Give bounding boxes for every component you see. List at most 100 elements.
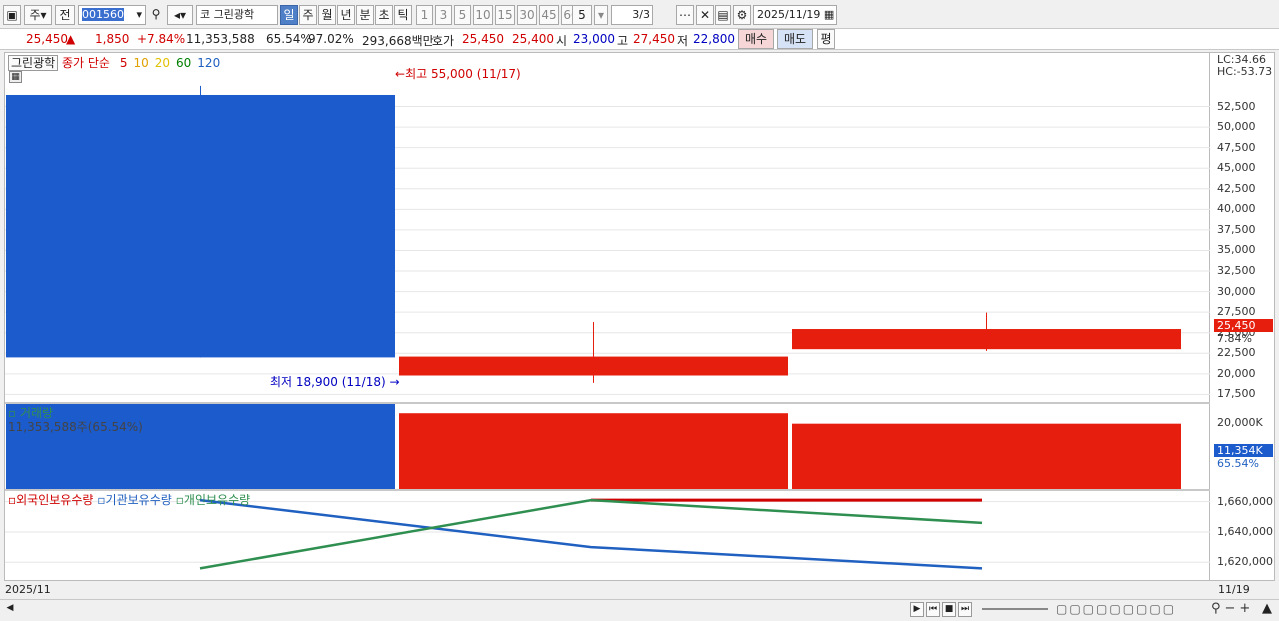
low-label: 저 (677, 34, 689, 48)
volume-ytick: 20,000K (1217, 416, 1263, 429)
layout-icon[interactable]: ▣ (3, 5, 21, 25)
volume-bar-2[interactable] (792, 423, 1181, 489)
candle-11/19[interactable] (792, 329, 1181, 350)
minute-button-1[interactable]: 1 (416, 5, 433, 25)
change: 1,850 (95, 32, 130, 46)
y-axis: LC:34.66 HC:-53.73 52,500 50,000 47,500 45,… (1210, 52, 1275, 581)
period-tab-4[interactable]: 분 (356, 5, 374, 25)
code-text: 001560 (82, 8, 124, 21)
interval-select[interactable]: 5 (572, 5, 592, 25)
price-panel-title[interactable]: 그린광학 (8, 55, 59, 71)
save-icon[interactable]: ▤ (715, 5, 731, 25)
period-tab-0[interactable]: 일 (280, 5, 298, 25)
stop-icon[interactable]: ■ (942, 602, 956, 617)
max-label: 최고 55,000 (11/17) (405, 67, 521, 81)
date-text: 2025/11/19 (757, 8, 821, 21)
toolbar: ▣ 주▾ 전 001560 ▾ ⚲ ◂▾ 코 그린광학 일주월년분초틱 1 3 5 10… (0, 0, 1279, 29)
minute-button-15[interactable]: 15 (495, 5, 515, 25)
volume-current-pct: 65.54% (1217, 457, 1259, 470)
scroll-left-icon[interactable]: ◀ (3, 602, 17, 617)
quote-bar: 25,450 ▲ 1,850 +7.84% 11,353,588 65.54% … (0, 29, 1279, 50)
volume: 11,353,588 (186, 32, 255, 46)
volume-bar-1[interactable] (399, 413, 788, 489)
calendar-icon[interactable]: ▦ (824, 8, 834, 21)
zoom-icon[interactable]: ⋯ (676, 5, 694, 25)
ytick-13: 20,000 (1217, 366, 1256, 380)
hc-label: HC:-53.73 (1217, 65, 1273, 78)
candle-11/17[interactable] (6, 94, 395, 358)
scroll-bar[interactable]: ◀ ▶ ⏮ ■ ⏭ ▢▢▢▢▢▢▢▢▢ ⚲−+ ▲ (0, 599, 1279, 619)
drawing-tools-icon[interactable]: ▢▢▢▢▢▢▢▢▢ (1056, 602, 1176, 616)
ask-price: 25,450 (462, 32, 504, 46)
page-indicator: 3/3 (611, 5, 653, 25)
avg-button[interactable]: 평 (817, 29, 835, 49)
chart-area[interactable]: 그린광학 종가 단순 5 10 20 60 120 ▦ ←최고 55,000 (11/1… (4, 52, 1211, 581)
tool-icon[interactable]: ✕ (696, 5, 714, 25)
ma-120: 120 (197, 56, 221, 70)
ytick-5: 40,000 (1217, 202, 1256, 216)
high-label: 고 (617, 34, 629, 48)
zoom-controls-icon[interactable]: ⚲−+ (1211, 601, 1254, 616)
ytick-14: 17,500 (1217, 387, 1256, 401)
ma-60: 60 (176, 56, 192, 70)
grid-icon[interactable]: ▦ (9, 71, 22, 83)
ytick-7: 35,000 (1217, 243, 1256, 257)
holdings-ytick-1: 1,640,000 (1217, 524, 1273, 538)
volume-current-tag: 11,354K (1214, 444, 1273, 457)
holdings-line-2[interactable] (199, 498, 983, 570)
period-tab-2[interactable]: 월 (318, 5, 336, 25)
min-annotation: 최저 18,900 (11/18) → (270, 375, 400, 389)
holdings-legend-2: ▫개인보유수량 (175, 493, 251, 507)
holdings-line-1[interactable] (199, 498, 983, 570)
speaker-icon[interactable]: ◂▾ (167, 5, 193, 25)
ytick-2: 47,500 (1217, 140, 1256, 154)
ytick-12: 22,500 (1217, 346, 1256, 360)
ytick-10: 27,500 (1217, 305, 1256, 319)
ytick-8: 32,500 (1217, 264, 1256, 278)
panel-divider-1[interactable] (5, 402, 1211, 404)
period-tab-6[interactable]: 틱 (394, 5, 412, 25)
market-label: 주 (29, 8, 41, 22)
period-tab-1[interactable]: 주 (299, 5, 317, 25)
bid-price: 25,400 (512, 32, 554, 46)
holdings-legend: ▫외국인보유수량 ▫기관보유수량 ▫개인보유수량 (8, 491, 254, 508)
current-price: 25,450 (26, 32, 68, 46)
holdings-ytick-2: 1,620,000 (1217, 555, 1273, 569)
scroll-right-icon[interactable]: ▶ (910, 602, 924, 617)
minute-button-3[interactable]: 3 (435, 5, 452, 25)
code-input[interactable]: 001560 ▾ (78, 5, 146, 25)
date-axis-right: 11/19 (1218, 583, 1250, 596)
volume-ratio: 65.54% (266, 32, 312, 46)
period-tab-3[interactable]: 년 (337, 5, 355, 25)
minute-button-45[interactable]: 45 (539, 5, 559, 25)
last-icon[interactable]: ⏭ (958, 602, 972, 617)
zoom-slider[interactable] (982, 608, 1048, 610)
first-icon[interactable]: ⏮ (926, 602, 940, 617)
stock-name-field[interactable]: 코 그린광학 (196, 5, 278, 25)
minute-button-10[interactable]: 10 (473, 5, 493, 25)
gear-icon[interactable]: ⚙ (733, 5, 751, 25)
volume-bar-0[interactable] (6, 404, 395, 489)
scroll-up-icon[interactable]: ▲ (1262, 601, 1272, 616)
minute-button-5[interactable]: 5 (454, 5, 471, 25)
holdings-ytick-0: 1,660,000 (1217, 494, 1273, 508)
market-select[interactable]: 주▾ (24, 5, 52, 25)
interval-dropdown-icon[interactable]: ▾ (594, 5, 608, 25)
current-pct: 7.84% (1217, 332, 1252, 345)
min-label: 최저 18,900 (11/18) (270, 375, 386, 389)
ma-5: 5 (119, 56, 128, 70)
minute-button-30[interactable]: 30 (517, 5, 537, 25)
period-tab-5[interactable]: 초 (375, 5, 393, 25)
candle-11/18[interactable] (399, 356, 788, 376)
ytick-1: 50,000 (1217, 120, 1256, 134)
buy-button[interactable]: 매수 (738, 29, 774, 49)
amount: 293,668백만 (362, 34, 434, 48)
search-icon[interactable]: ⚲ (148, 5, 164, 25)
open-price: 23,000 (573, 32, 615, 46)
prev-button[interactable]: 전 (55, 5, 75, 25)
sell-button[interactable]: 매도 (777, 29, 813, 49)
holdings-legend-0: ▫외국인보유수량 (8, 493, 94, 507)
date-input[interactable]: 2025/11/19 ▦ (753, 5, 837, 25)
ma-20: 20 (154, 56, 171, 70)
ma-10: 10 (133, 56, 149, 70)
